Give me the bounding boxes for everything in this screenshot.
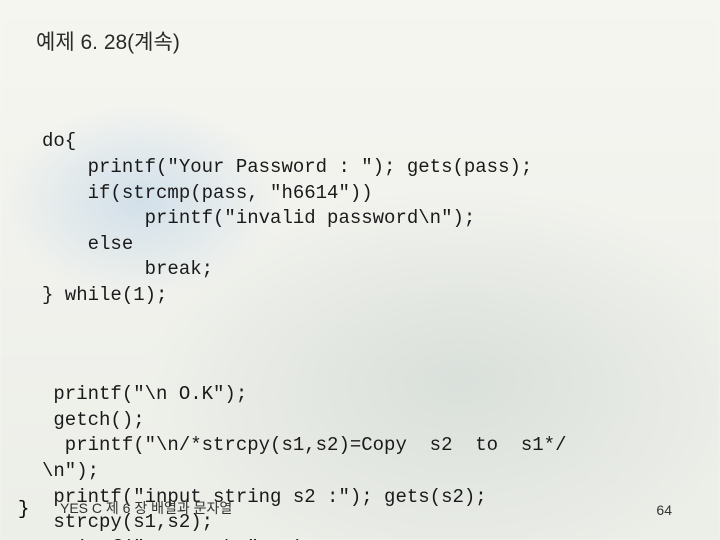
slide: 예제 6. 28(계속) do{ printf("Your Password :… — [0, 0, 720, 540]
code-block-1: do{ printf("Your Password : "); gets(pas… — [42, 129, 690, 308]
slide-title: 예제 6. 28(계속) — [36, 26, 180, 56]
page-number: 64 — [656, 502, 672, 518]
closing-brace: } — [18, 498, 29, 520]
code-area: do{ printf("Your Password : "); gets(pas… — [42, 78, 690, 540]
footer-text: YES C 제 6 장 배열과 문자열 — [60, 498, 232, 518]
